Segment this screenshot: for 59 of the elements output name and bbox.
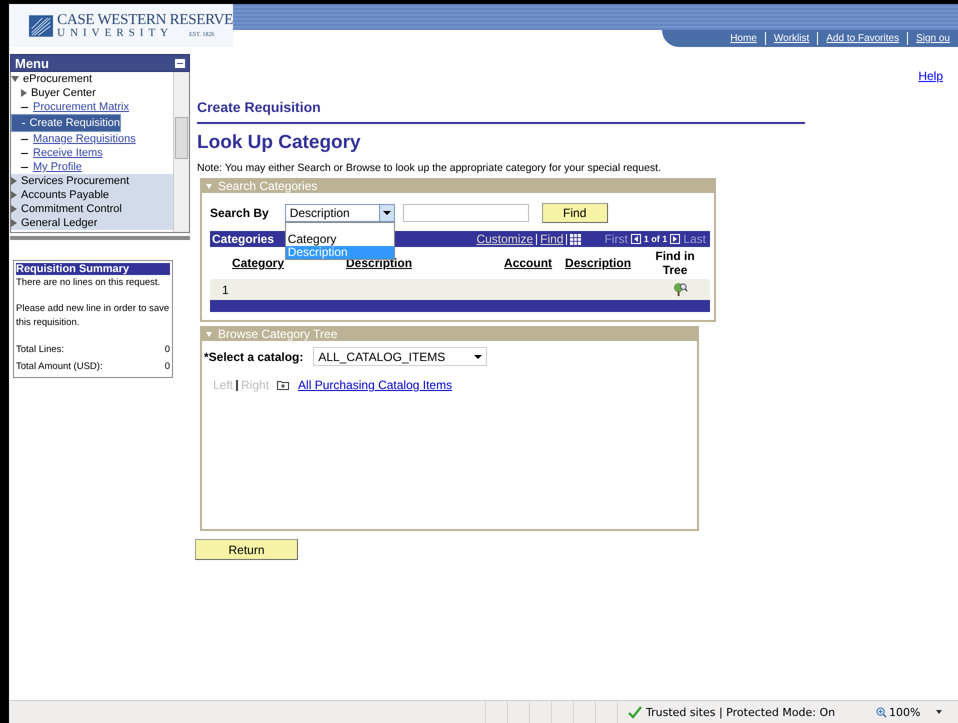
scrollbar[interactable] (173, 72, 189, 232)
summary-message: There are no lines on this request. (16, 276, 162, 290)
column-header[interactable]: Category (232, 256, 284, 270)
menu-link[interactable]: My Profile (11, 160, 173, 174)
zoom-control[interactable]: 100% (876, 706, 942, 718)
total-label: Total Lines: (16, 343, 64, 358)
menu-link[interactable]: Procurement Matrix (11, 100, 173, 114)
menu-folder[interactable]: eProcurement (11, 72, 173, 86)
menu-folder[interactable]: Accounts Payable (11, 188, 173, 202)
row-number: 1 (222, 282, 229, 296)
search-field[interactable] (402, 204, 529, 222)
grid-title: Categories (212, 232, 274, 246)
nav-link[interactable]: Add to Favorites (818, 33, 908, 44)
collapse-icon[interactable] (175, 58, 185, 68)
column-header[interactable]: Account (504, 256, 552, 270)
page-title: Create Requisition (197, 99, 322, 115)
security-zone: Trusted sites | Protected Mode: On (646, 706, 836, 718)
catalog-label: *Select a catalog: (204, 350, 304, 364)
nav-link[interactable]: Sign ou (908, 33, 958, 44)
find-link[interactable]: Find (540, 232, 564, 246)
column-header: Find in Tree (655, 249, 696, 277)
total-value: 0 (164, 343, 170, 358)
dropdown-option[interactable]: Category (286, 233, 394, 246)
summary-message: Please add new line in order to save this requisition. (16, 302, 170, 330)
help-link[interactable]: Help (918, 69, 943, 83)
menu-link[interactable]: Manage Requisitions (11, 132, 173, 146)
total-value: 0 (164, 360, 170, 374)
previous-icon[interactable] (630, 234, 641, 244)
page-range: 1 of 1 (644, 234, 668, 244)
menu-title: Menu (15, 56, 49, 70)
zoom-icon (876, 706, 887, 718)
expand-folder-icon[interactable] (277, 380, 290, 390)
menu-folder[interactable]: Commitment Control (11, 202, 173, 216)
nav-link[interactable]: Home (722, 33, 765, 44)
grid-icon[interactable] (570, 234, 582, 244)
find-button[interactable]: Find (542, 203, 608, 223)
tree-magnifier-icon[interactable] (673, 282, 688, 297)
note-text: Note: You may either Search or Browse to look up the appropriate category for your special request. (197, 162, 662, 174)
next-icon[interactable] (670, 234, 680, 244)
search-by-label: Search By (210, 206, 269, 220)
last-label: Last (683, 232, 706, 246)
catalog-tree-link[interactable]: All Purchasing Catalog Items (298, 378, 452, 392)
page-heading: Look Up Category (197, 132, 362, 154)
customize-link[interactable]: Customize (476, 232, 534, 246)
total-label: Total Amount (USD): (16, 360, 103, 374)
menu-folder[interactable]: General Ledger (11, 216, 173, 230)
menu-folder[interactable]: Services Procurement (11, 174, 173, 188)
column-header[interactable]: Description (346, 256, 412, 270)
menu-link[interactable]: Receive Items (11, 146, 173, 160)
return-button[interactable]: Return (195, 539, 298, 560)
column-header[interactable]: Description (565, 256, 632, 270)
check-icon (628, 705, 642, 719)
nav-link[interactable]: Worklist (766, 33, 818, 44)
search-by-dropdown[interactable]: Description (284, 204, 395, 222)
menu-folder[interactable]: Buyer Center (11, 86, 173, 100)
first-label: First (604, 232, 628, 246)
summary-title: Requisition Summary (16, 263, 170, 275)
selected-menu-item[interactable]: Create Requisition (11, 114, 121, 132)
catalog-dropdown[interactable]: ALL_CATALOG_ITEMS (313, 347, 488, 366)
